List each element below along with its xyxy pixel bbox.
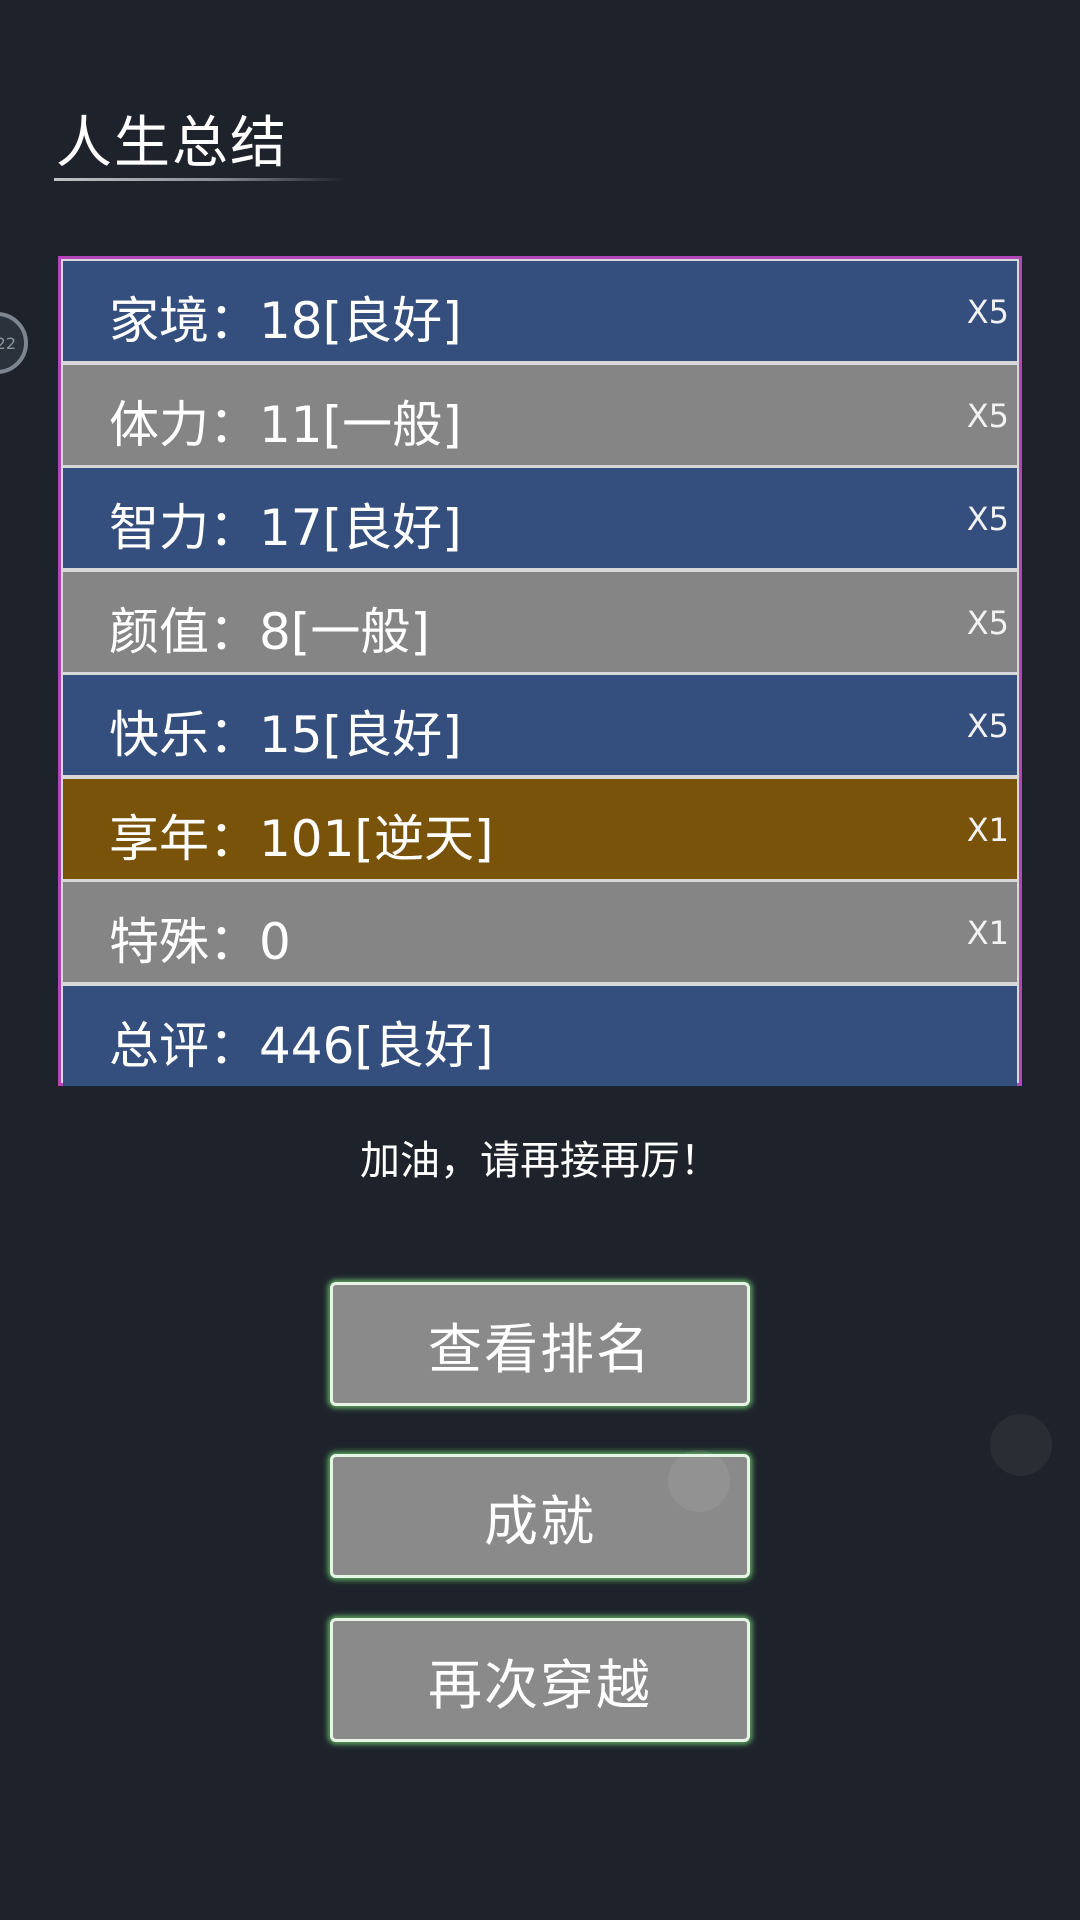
stats-panel: 家境：18[良好] X5 体力：11[一般] X5 智力：17[良好] X5 颜… bbox=[58, 256, 1022, 1086]
stat-label: 特殊：0 bbox=[109, 913, 291, 971]
encouragement-message: 加油，请再接再厉！ bbox=[360, 1138, 720, 1184]
stat-multiplier: X5 bbox=[966, 500, 1009, 538]
stat-multiplier: X5 bbox=[966, 707, 1009, 745]
stat-multiplier: X1 bbox=[966, 810, 1009, 849]
page-title: 人生总结 bbox=[56, 111, 288, 176]
stat-row-lifespan: 享年：101[逆天] X1 bbox=[63, 778, 1017, 879]
stat-multiplier: X5 bbox=[966, 603, 1009, 642]
stat-multiplier: X5 bbox=[966, 293, 1009, 331]
stat-label: 智力：17[良好] bbox=[109, 499, 462, 557]
title-underline bbox=[54, 178, 344, 181]
touch-ripple bbox=[990, 1414, 1052, 1476]
stat-label: 快乐：15[良好] bbox=[109, 706, 462, 764]
stat-label: 总评：446[良好] bbox=[109, 1016, 494, 1075]
stat-multiplier: X5 bbox=[966, 396, 1009, 435]
touch-ripple bbox=[668, 1450, 730, 1512]
stat-label: 家境：18[良好] bbox=[109, 292, 462, 350]
stat-row-stamina: 体力：11[一般] X5 bbox=[63, 364, 1017, 465]
stat-row-intelligence: 智力：17[良好] X5 bbox=[63, 468, 1017, 568]
stat-row-family: 家境：18[良好] X5 bbox=[63, 261, 1017, 361]
stat-row-total: 总评：446[良好] bbox=[63, 985, 1017, 1086]
stat-row-happiness: 快乐：15[良好] X5 bbox=[63, 675, 1017, 775]
view-ranking-button[interactable]: 查看排名 bbox=[330, 1282, 750, 1406]
stat-label: 颜值：8[一般] bbox=[109, 602, 430, 661]
side-badge-label: 22 bbox=[0, 333, 16, 353]
stat-label: 体力：11[一般] bbox=[109, 395, 462, 454]
stat-label: 享年：101[逆天] bbox=[109, 809, 494, 868]
side-level-badge[interactable]: 22 bbox=[0, 312, 28, 374]
stat-multiplier: X1 bbox=[966, 914, 1009, 952]
stat-row-special: 特殊：0 X1 bbox=[63, 882, 1017, 982]
stat-row-looks: 颜值：8[一般] X5 bbox=[63, 571, 1017, 672]
replay-button[interactable]: 再次穿越 bbox=[330, 1618, 750, 1742]
